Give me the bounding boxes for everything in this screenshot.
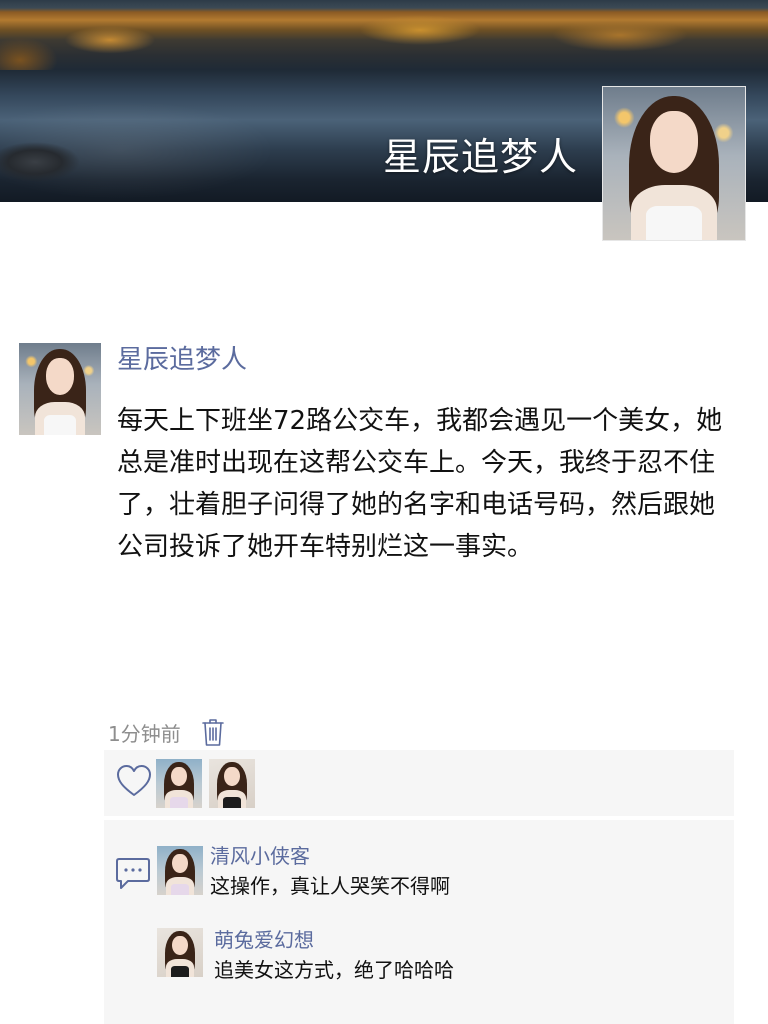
post-author-avatar[interactable]: [19, 343, 101, 435]
comment-avatar[interactable]: [157, 928, 203, 977]
comment-icon: [114, 856, 152, 892]
comment-author[interactable]: 清风小侠客: [210, 842, 310, 870]
cover-username: 星辰追梦人: [382, 135, 578, 179]
moments-page: 星辰追梦人 星辰追梦人 每天上下班坐72路公交车，我都会遇见一个美女，她总是准时…: [0, 0, 768, 1024]
post-author-name[interactable]: 星辰追梦人: [117, 340, 247, 380]
profile-avatar[interactable]: [602, 86, 746, 241]
comment-author[interactable]: 萌兔爱幻想: [214, 926, 314, 954]
trash-icon[interactable]: [201, 717, 225, 747]
likes-panel: [104, 750, 734, 816]
like-avatar[interactable]: [209, 759, 255, 808]
post-text: 每天上下班坐72路公交车，我都会遇见一个美女，她总是准时出现在这帮公交车上。今天…: [117, 406, 723, 562]
comments-panel: 清风小侠客 这操作，真让人哭笑不得啊 萌兔爱幻想 追美女这方式，绝了哈哈哈: [104, 820, 734, 1024]
heart-icon: [116, 764, 152, 798]
comment-text: 追美女这方式，绝了哈哈哈: [214, 958, 454, 982]
post-timestamp: 1分钟前: [108, 721, 181, 746]
post-meta: 1分钟前: [108, 713, 225, 751]
like-avatar[interactable]: [156, 759, 202, 808]
comment-avatar[interactable]: [157, 846, 203, 895]
comment-text: 这操作，真让人哭笑不得啊: [210, 874, 450, 898]
